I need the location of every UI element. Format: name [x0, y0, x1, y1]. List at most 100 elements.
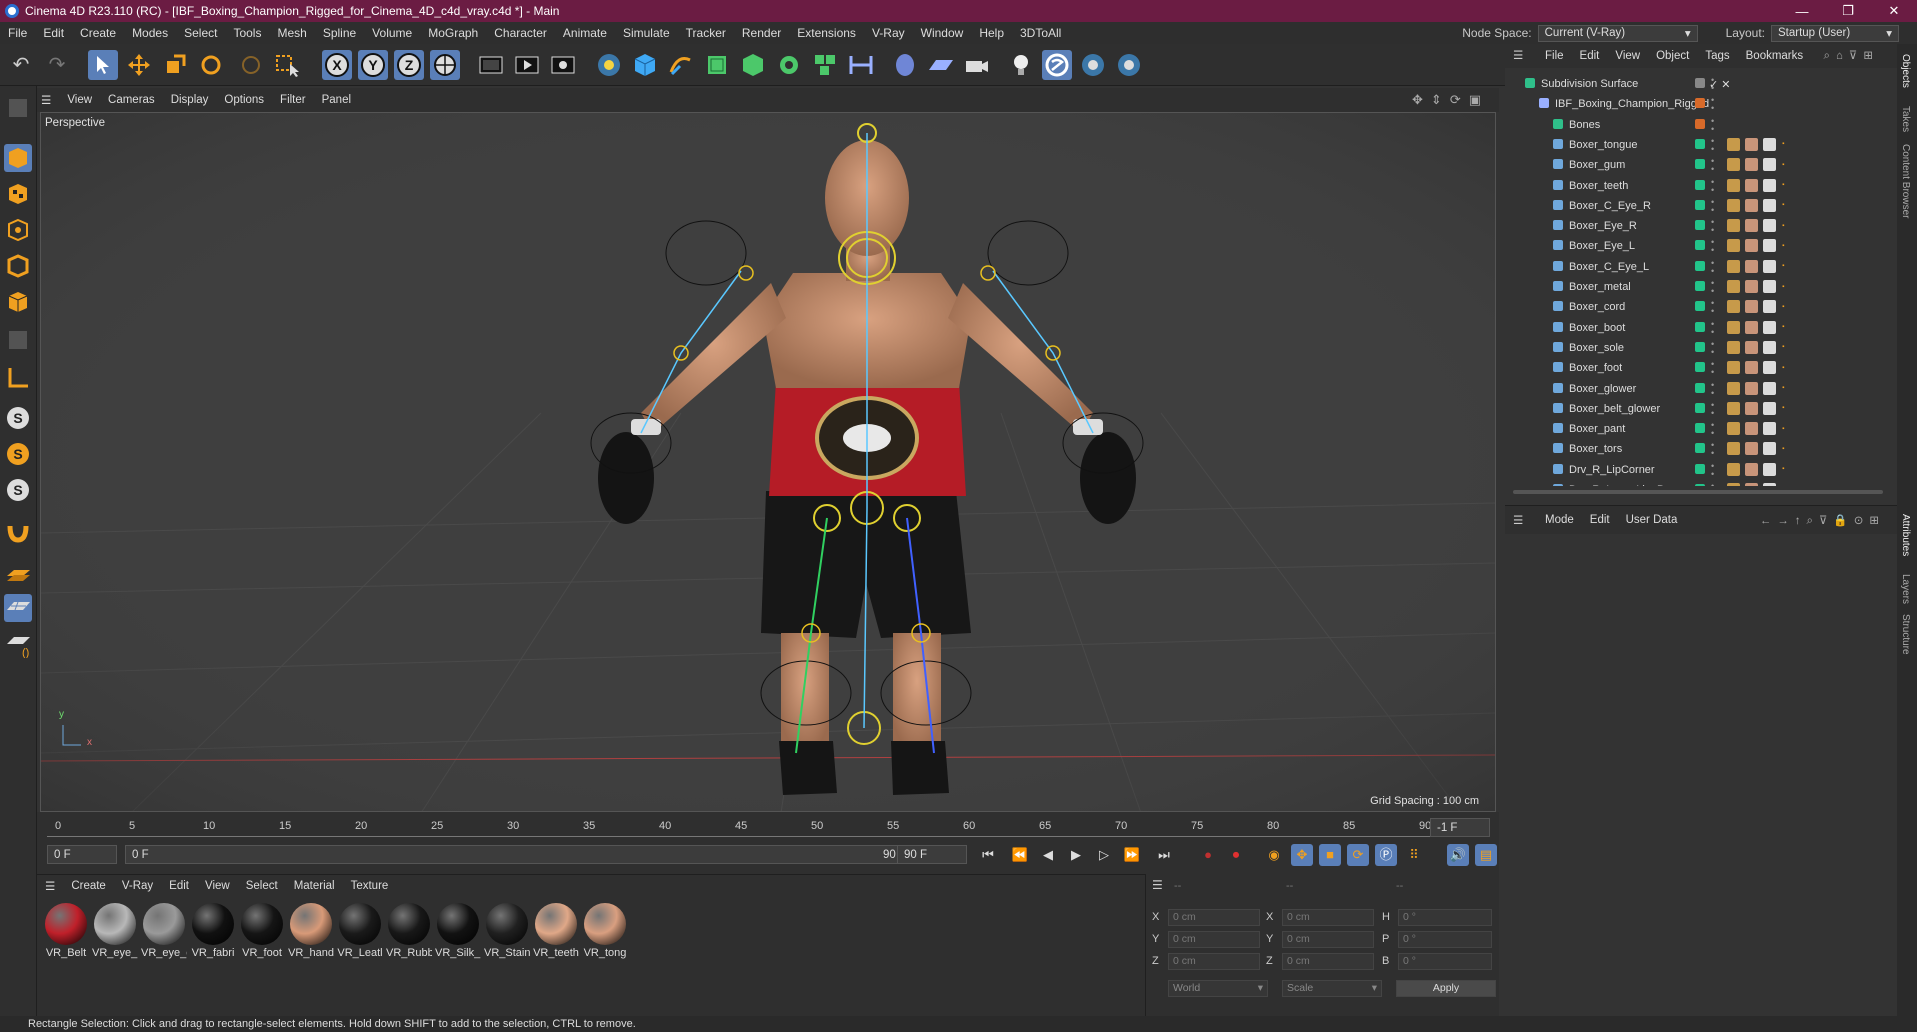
skin-tag-icon[interactable]: ⠂ — [1781, 484, 1789, 487]
skin-tag-icon[interactable]: ⠂ — [1781, 301, 1789, 314]
menu-edit[interactable]: Edit — [35, 26, 72, 40]
hamburger-icon[interactable]: ☰ — [37, 93, 59, 107]
material-menu-texture[interactable]: Texture — [343, 880, 397, 892]
material-tag-icon[interactable] — [1745, 137, 1758, 151]
material-swatch[interactable]: VR_eye_l — [92, 903, 138, 959]
object-menu-object[interactable]: Object — [1648, 50, 1697, 62]
python-script-icon[interactable] — [1078, 50, 1108, 80]
render-view-icon[interactable] — [476, 50, 506, 80]
tab-structure[interactable]: Structure — [1900, 614, 1911, 655]
skin-tag-icon[interactable]: ⠂ — [1781, 240, 1789, 253]
object-row[interactable]: Boxer_tongue • • ⠂ — [1505, 135, 1883, 155]
phong-tag-icon[interactable] — [1727, 259, 1740, 273]
tab-layers[interactable]: Layers — [1900, 574, 1911, 604]
material-menu-create[interactable]: Create — [63, 880, 114, 892]
go-to-start-icon[interactable]: ⏮ — [977, 844, 999, 866]
menu-simulate[interactable]: Simulate — [615, 26, 678, 40]
layer-color-icon[interactable] — [1695, 341, 1705, 352]
phong-tag-icon[interactable] — [1727, 280, 1740, 293]
environment-icon[interactable] — [890, 50, 920, 80]
visibility-dots-icon[interactable]: •• — [1711, 421, 1714, 438]
menu-3dtoall[interactable]: 3DToAll — [1012, 26, 1069, 40]
frame-offset-field[interactable]: -1 F — [1430, 818, 1490, 837]
uv-mode-icon[interactable] — [4, 326, 32, 354]
object-row[interactable]: Boxer_cord • • ⠂ — [1505, 297, 1883, 317]
layer-color-icon[interactable] — [1695, 138, 1705, 149]
visibility-dots-icon[interactable]: •• — [1711, 360, 1714, 377]
size-mode-dropdown[interactable]: Scale ▾ — [1282, 980, 1382, 997]
object-row[interactable]: Boxer_tors • • ⠂ — [1505, 439, 1883, 459]
object-row[interactable]: Bones • • — [1505, 115, 1883, 135]
skin-tag-icon[interactable]: ⠂ — [1781, 220, 1789, 233]
cube-icon[interactable] — [630, 50, 660, 80]
texture-tag-icon[interactable] — [1763, 280, 1776, 293]
material-tag-icon[interactable] — [1745, 280, 1758, 293]
menu-mesh[interactable]: Mesh — [269, 26, 314, 40]
object-menu-tags[interactable]: Tags — [1697, 50, 1737, 62]
recent-tool-icon[interactable] — [236, 50, 266, 80]
object-row[interactable]: Boxer_Eye_L • • ⠂ — [1505, 236, 1883, 256]
y-axis-lock-icon[interactable]: Y — [358, 50, 388, 80]
object-row[interactable]: Boxer_sole • • ⠂ — [1505, 338, 1883, 358]
hamburger-icon[interactable]: ☰ — [1513, 513, 1523, 527]
record-icon[interactable]: ● — [1197, 844, 1219, 866]
skin-tag-icon[interactable]: ⠂ — [1781, 281, 1789, 294]
layer-color-icon[interactable] — [1695, 423, 1705, 434]
menu-mograph[interactable]: MoGraph — [420, 26, 486, 40]
object-row[interactable]: Boxer_C_Eye_R • • ⠂ — [1505, 196, 1883, 216]
material-menu-edit[interactable]: Edit — [161, 880, 197, 892]
timeline-ruler[interactable]: 0 5 10 15 20 25 30 35 40 45 50 55 60 65 … — [47, 816, 1457, 840]
material-swatch[interactable]: VR_teeth — [533, 903, 579, 959]
horizontal-scrollbar[interactable] — [1513, 490, 1883, 494]
material-swatch[interactable]: VR_eye_c — [141, 903, 187, 959]
texture-tag-icon[interactable] — [1763, 483, 1776, 486]
object-row[interactable]: Drv_R_LowerLip_B •• ⠂ — [1505, 480, 1883, 486]
mograph-icon[interactable] — [810, 50, 840, 80]
skin-tag-icon[interactable]: ⠂ — [1781, 341, 1789, 354]
texture-tag-icon[interactable] — [1763, 462, 1776, 476]
menu-character[interactable]: Character — [486, 26, 555, 40]
layer-color-icon[interactable] — [1695, 240, 1705, 251]
minimize-button[interactable]: — — [1779, 4, 1825, 19]
texture-tag-icon[interactable] — [1763, 198, 1776, 212]
skin-tag-icon[interactable]: ⠂ — [1781, 159, 1789, 172]
layer-color-icon[interactable] — [1695, 463, 1705, 474]
menu-vray[interactable]: V-Ray — [864, 26, 913, 40]
deformer-icon[interactable] — [846, 50, 876, 80]
visibility-dots-icon[interactable]: •• — [1711, 218, 1714, 235]
solo-icon[interactable]: S — [4, 404, 32, 432]
tab-content-browser[interactable]: Content Browser — [1900, 144, 1911, 218]
layer-color-icon[interactable] — [1695, 281, 1705, 291]
python-icon[interactable] — [594, 50, 624, 80]
skin-tag-icon[interactable]: ⠂ — [1781, 443, 1789, 456]
attribute-menu-userdata[interactable]: User Data — [1618, 514, 1686, 526]
viewport-menu-filter[interactable]: Filter — [272, 94, 314, 106]
current-frame-field[interactable]: 0 F — [47, 845, 117, 864]
material-tag-icon[interactable] — [1745, 320, 1758, 334]
phong-tag-icon[interactable] — [1727, 381, 1740, 395]
object-search-icons[interactable]: ⌕⌂⊽⊞ — [1824, 48, 1879, 63]
texture-tag-icon[interactable] — [1763, 219, 1776, 233]
texture-tag-icon[interactable] — [1763, 137, 1776, 151]
skin-tag-icon[interactable]: ⠂ — [1781, 179, 1789, 192]
material-menu-material[interactable]: Material — [286, 880, 343, 892]
material-tag-icon[interactable] — [1745, 219, 1758, 233]
texture-tag-icon[interactable] — [1763, 178, 1776, 192]
render-to-picture-viewer-icon[interactable] — [512, 50, 542, 80]
texture-tag-icon[interactable] — [1763, 158, 1776, 172]
attribute-menu-edit[interactable]: Edit — [1582, 514, 1618, 526]
material-tag-icon[interactable] — [1745, 178, 1758, 192]
phong-tag-icon[interactable] — [1727, 462, 1740, 476]
phong-tag-icon[interactable] — [1727, 137, 1740, 151]
size-z-field[interactable]: 0 cm — [1282, 953, 1374, 970]
layer-color-icon[interactable] — [1695, 179, 1705, 190]
menu-render[interactable]: Render — [734, 26, 789, 40]
frame-range-slider[interactable]: 0 F 90 F — [125, 845, 913, 864]
visibility-dots-icon[interactable]: •• — [1711, 279, 1714, 296]
object-row[interactable]: IBF_Boxing_Champion_Rigged • • — [1505, 94, 1883, 114]
layer-color-icon[interactable] — [1695, 443, 1705, 454]
material-menu-view[interactable]: View — [197, 880, 238, 892]
material-swatch[interactable]: VR_Belt — [43, 903, 89, 959]
viewport-menu-view[interactable]: View — [59, 94, 100, 106]
texture-tag-icon[interactable] — [1763, 259, 1776, 273]
